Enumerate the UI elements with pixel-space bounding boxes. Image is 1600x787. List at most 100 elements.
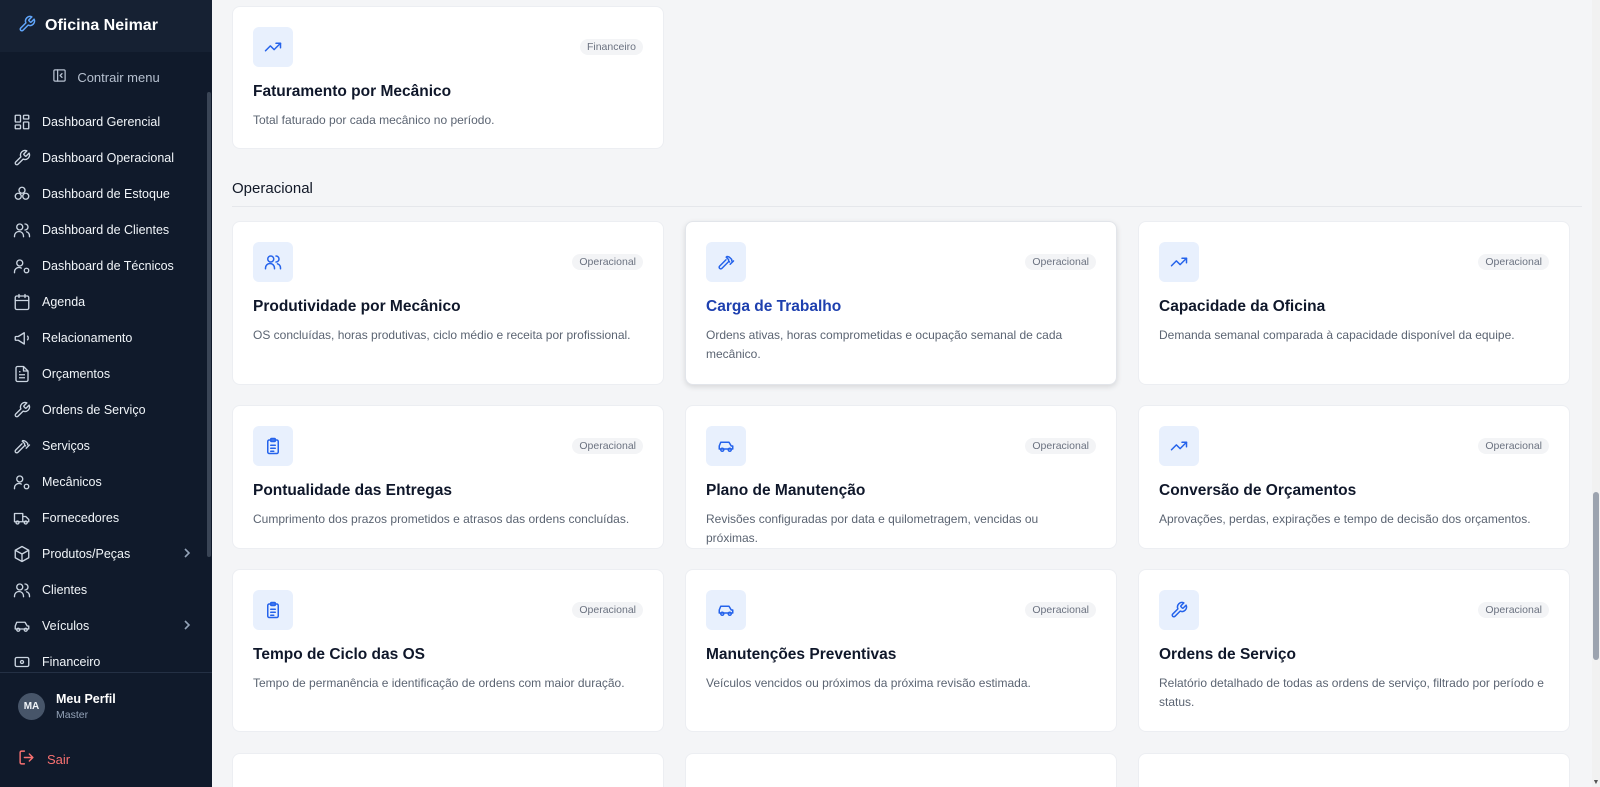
sidebar-item-label: Dashboard de Clientes — [42, 223, 170, 237]
profile-menu[interactable]: MA Meu Perfil Master — [18, 692, 116, 721]
report-card-capacidade[interactable]: Operacional Capacidade da Oficina Demand… — [1138, 221, 1570, 385]
report-card-faturamento-mecanico[interactable]: Financeiro Faturamento por Mecânico Tota… — [232, 6, 664, 149]
category-badge: Operacional — [1025, 438, 1096, 454]
card-description: Revisões configuradas por data e quilome… — [706, 512, 1039, 545]
users-icon — [12, 220, 32, 240]
report-card-plano-manutencao[interactable]: Operacional Plano de Manutenção Revisões… — [685, 405, 1117, 549]
sidebar-item-label: Serviços — [42, 439, 90, 453]
sidebar-item-label: Veículos — [42, 619, 90, 633]
hammer-icon — [12, 436, 32, 456]
card-description: Aprovações, perdas, expirações e tempo d… — [1159, 512, 1531, 526]
sidebar-item-veiculos[interactable]: Veículos — [0, 608, 212, 644]
sidebar-item-label: Financeiro — [42, 655, 101, 669]
trending-up-icon — [253, 27, 293, 67]
sidebar-item-label: Relacionamento — [42, 331, 133, 345]
chevron-right-icon — [182, 619, 192, 634]
scroll-down-arrow-icon[interactable]: ▼ — [1592, 779, 1600, 787]
report-card-carga-trabalho[interactable]: Operacional Carga de Trabalho Ordens ati… — [685, 221, 1117, 385]
sidebar-item-agenda[interactable]: Agenda — [0, 284, 212, 320]
sidebar-item-produtos-pecas[interactable]: Produtos/Peças — [0, 536, 212, 572]
report-card-partial[interactable] — [1138, 753, 1570, 787]
sidebar-item-label: Ordens de Serviço — [42, 403, 146, 417]
card-title: Conversão de Orçamentos — [1159, 482, 1357, 499]
document-icon — [12, 364, 32, 384]
sidebar-item-fornecedores[interactable]: Fornecedores — [0, 500, 212, 536]
wrench-icon — [18, 15, 36, 38]
sidebar-item-dashboard-tecnicos[interactable]: Dashboard de Técnicos — [0, 248, 212, 284]
card-title: Plano de Manutenção — [706, 482, 866, 499]
package-icon — [12, 544, 32, 564]
category-badge: Operacional — [572, 602, 643, 618]
logout-label: Sair — [47, 751, 71, 767]
logout-icon — [18, 749, 35, 769]
megaphone-icon — [12, 328, 32, 348]
sidebar-scrollbar[interactable] — [207, 92, 211, 557]
card-description: OS concluídas, horas produtivas, ciclo m… — [253, 328, 631, 342]
car-icon — [706, 426, 746, 466]
sidebar-item-dashboard-gerencial[interactable]: Dashboard Gerencial — [0, 104, 212, 140]
sidebar-item-servicos[interactable]: Serviços — [0, 428, 212, 464]
sidebar-item-dashboard-operacional[interactable]: Dashboard Operacional — [0, 140, 212, 176]
user-gear-icon — [12, 256, 32, 276]
sidebar-item-label: Agenda — [42, 295, 86, 309]
reports-main: Financeiro Faturamento por Mecânico Tota… — [212, 0, 1592, 787]
card-title: Tempo de Ciclo das OS — [253, 646, 425, 663]
card-title: Carga de Trabalho — [706, 298, 842, 315]
logout-button[interactable]: Sair — [18, 749, 70, 769]
card-description: Veículos vencidos ou próximos da próxima… — [706, 676, 1031, 690]
scrollbar-thumb[interactable] — [1593, 492, 1599, 660]
wrench-icon — [1159, 590, 1199, 630]
avatar: MA — [18, 693, 45, 720]
sidebar-item-dashboard-estoque[interactable]: Dashboard de Estoque — [0, 176, 212, 212]
collapse-menu-button[interactable]: Contrair menu — [0, 52, 212, 102]
clipboard-icon — [253, 426, 293, 466]
car-icon — [12, 616, 32, 636]
grid-icon — [12, 112, 32, 132]
report-card-ordens-servico[interactable]: Operacional Ordens de Serviço Relatório … — [1138, 569, 1570, 732]
brand[interactable]: Oficina Neimar — [0, 0, 212, 52]
card-description: Ordens ativas, horas comprometidas e ocu… — [706, 328, 1063, 361]
section-title: Operacional — [232, 180, 313, 197]
category-badge: Financeiro — [579, 39, 643, 55]
sidebar-item-label: Dashboard Operacional — [42, 151, 175, 165]
category-badge: Operacional — [1478, 438, 1549, 454]
page-scrollbar[interactable]: ▼ — [1592, 0, 1600, 787]
report-card-conversao-orcamentos[interactable]: Operacional Conversão de Orçamentos Apro… — [1138, 405, 1570, 549]
app-title: Oficina Neimar — [45, 17, 158, 34]
report-card-produtividade[interactable]: Operacional Produtividade por Mecânico O… — [232, 221, 664, 385]
sidebar-item-relacionamento[interactable]: Relacionamento — [0, 320, 212, 356]
truck-icon — [12, 508, 32, 528]
hammer-icon — [706, 242, 746, 282]
trending-up-icon — [1159, 242, 1199, 282]
sidebar-item-clientes[interactable]: Clientes — [0, 572, 212, 608]
report-card-partial[interactable] — [685, 753, 1117, 787]
report-card-manutencoes-preventivas[interactable]: Operacional Manutenções Preventivas Veíc… — [685, 569, 1117, 732]
clipboard-icon — [253, 590, 293, 630]
sidebar-item-orcamentos[interactable]: Orçamentos — [0, 356, 212, 392]
sidebar-item-label: Dashboard de Técnicos — [42, 259, 174, 273]
chevron-right-icon — [182, 547, 192, 562]
sidebar-item-mecanicos[interactable]: Mecânicos — [0, 464, 212, 500]
sidebar-item-dashboard-clientes[interactable]: Dashboard de Clientes — [0, 212, 212, 248]
card-description: Relatório detalhado de todas as ordens d… — [1159, 676, 1544, 709]
users-icon — [12, 580, 32, 600]
report-card-pontualidade[interactable]: Operacional Pontualidade das Entregas Cu… — [232, 405, 664, 549]
boxes-icon — [12, 184, 32, 204]
sidebar-item-label: Dashboard de Estoque — [42, 187, 170, 201]
sidebar-item-label: Produtos/Peças — [42, 547, 131, 561]
report-card-tempo-ciclo[interactable]: Operacional Tempo de Ciclo das OS Tempo … — [232, 569, 664, 732]
car-icon — [706, 590, 746, 630]
sidebar-nav: Dashboard Gerencial Dashboard Operaciona… — [0, 104, 212, 670]
panel-collapse-icon — [52, 68, 67, 86]
report-card-partial[interactable] — [232, 753, 664, 787]
card-description: Demanda semanal comparada à capacidade d… — [1159, 328, 1515, 342]
divider — [0, 672, 212, 673]
card-title: Manutenções Preventivas — [706, 646, 897, 663]
sidebar-item-label: Orçamentos — [42, 367, 111, 381]
sidebar-item-label: Clientes — [42, 583, 88, 597]
sidebar-item-financeiro[interactable]: Financeiro — [0, 644, 212, 670]
collapse-menu-label: Contrair menu — [77, 69, 160, 85]
category-badge: Operacional — [1025, 254, 1096, 270]
card-title: Ordens de Serviço — [1159, 646, 1296, 663]
sidebar-item-ordens-servico[interactable]: Ordens de Serviço — [0, 392, 212, 428]
